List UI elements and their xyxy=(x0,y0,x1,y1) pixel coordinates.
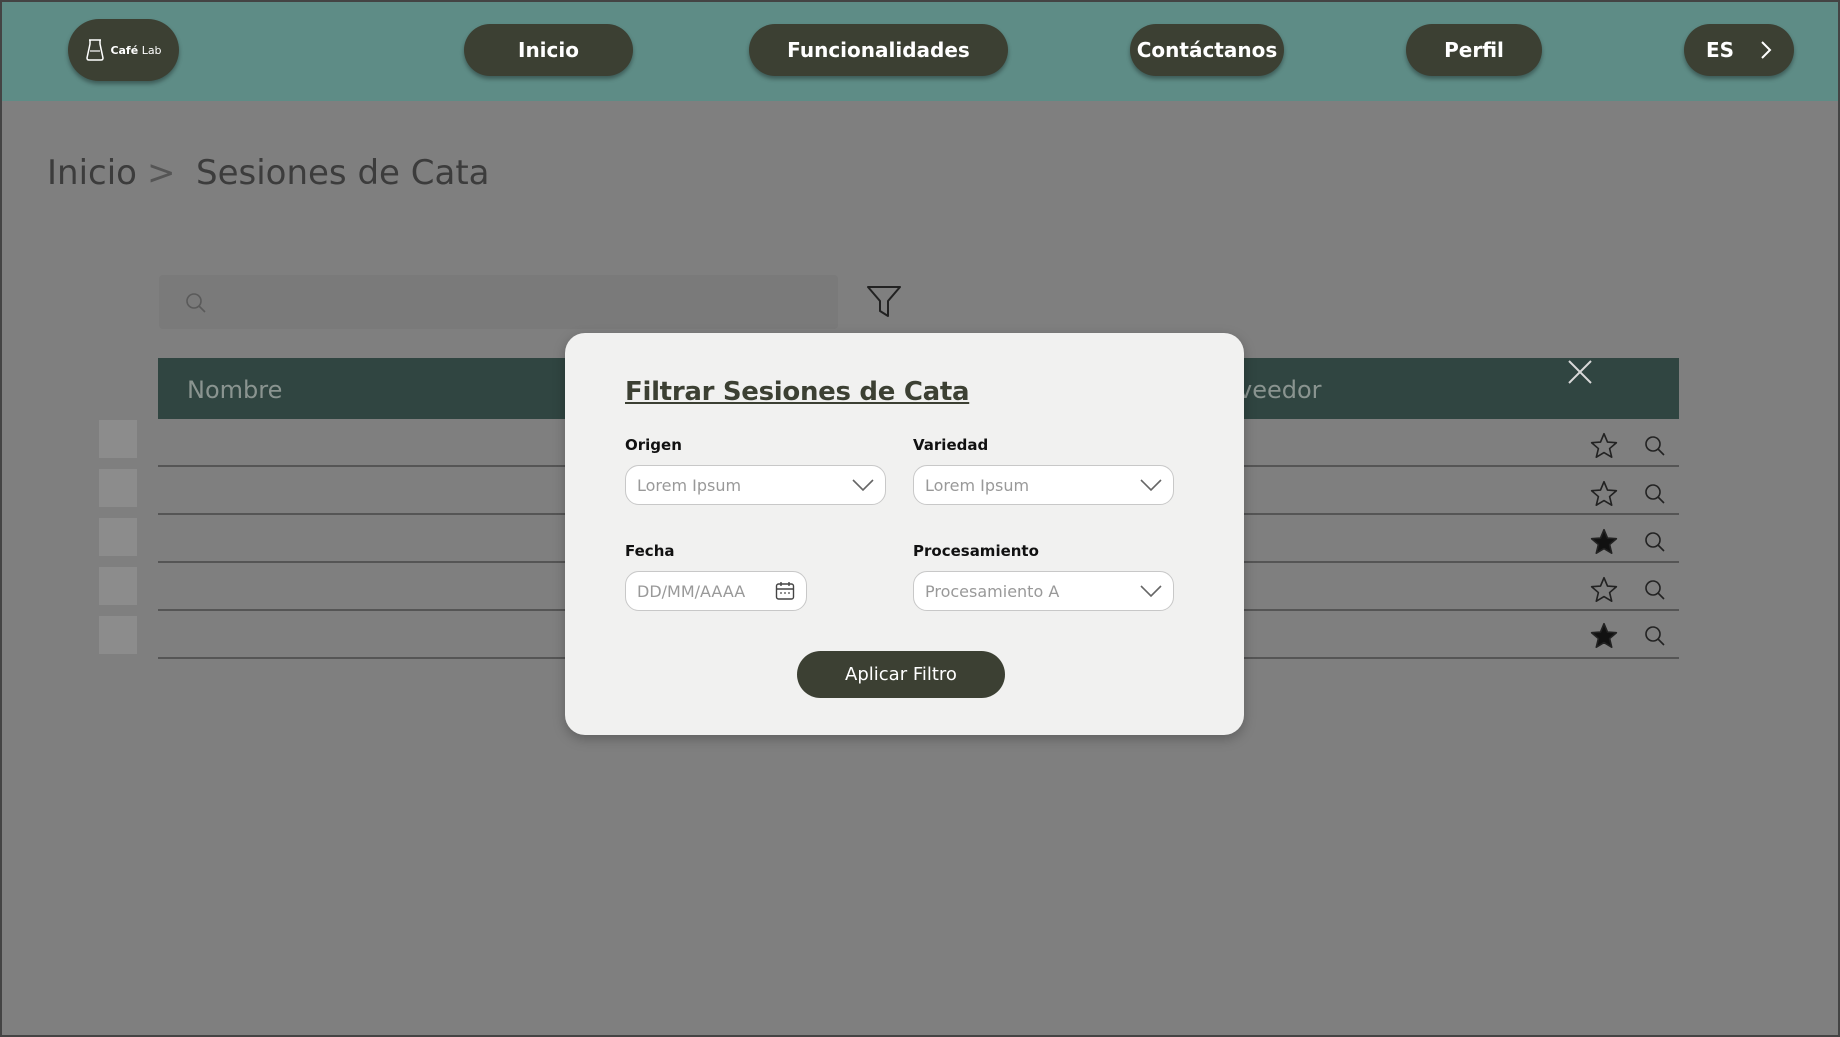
star-outline-icon[interactable] xyxy=(1590,480,1618,508)
search-input[interactable] xyxy=(159,275,838,329)
procesamiento-label: Procesamiento xyxy=(913,542,1039,560)
chevron-down-icon xyxy=(852,479,874,492)
filter-icon[interactable] xyxy=(866,285,902,319)
row-checkbox[interactable] xyxy=(99,616,137,654)
fecha-placeholder: DD/MM/AAAA xyxy=(637,582,746,601)
top-navbar: Café Lab Inicio Funcionalidades Contácta… xyxy=(0,0,1840,101)
procesamiento-value: Procesamiento A xyxy=(925,582,1060,601)
chevron-down-icon xyxy=(1140,585,1162,598)
view-details-search-icon[interactable] xyxy=(1644,435,1666,457)
column-header-nombre[interactable]: Nombre xyxy=(187,376,282,404)
procesamiento-select[interactable]: Procesamiento A xyxy=(913,571,1174,611)
cafe-lab-logo[interactable]: Café Lab xyxy=(68,19,179,81)
breadcrumb-home-link[interactable]: Inicio xyxy=(47,153,137,193)
star-outline-icon[interactable] xyxy=(1590,432,1618,460)
row-checkbox[interactable] xyxy=(99,518,137,556)
modal-title: Filtrar Sesiones de Cata xyxy=(625,377,970,407)
origen-select[interactable]: Lorem Ipsum xyxy=(625,465,886,505)
view-details-search-icon[interactable] xyxy=(1644,625,1666,647)
logo-text-bold: Café xyxy=(110,43,139,57)
filter-modal: Filtrar Sesiones de Cata Origen Lorem Ip… xyxy=(565,333,1244,735)
apply-filter-button[interactable]: Aplicar Filtro xyxy=(797,651,1005,698)
nav-funcionalidades-button[interactable]: Funcionalidades xyxy=(749,24,1008,76)
variedad-label: Variedad xyxy=(913,436,989,454)
view-details-search-icon[interactable] xyxy=(1644,483,1666,505)
view-details-search-icon[interactable] xyxy=(1644,531,1666,553)
variedad-select[interactable]: Lorem Ipsum xyxy=(913,465,1174,505)
view-details-search-icon[interactable] xyxy=(1644,579,1666,601)
search-icon xyxy=(186,293,206,313)
variedad-value: Lorem Ipsum xyxy=(925,476,1030,495)
breadcrumb-separator: > xyxy=(147,153,176,193)
nav-inicio-button[interactable]: Inicio xyxy=(464,24,633,76)
star-filled-icon[interactable] xyxy=(1590,528,1618,556)
logo-text-light: Lab xyxy=(141,43,162,57)
star-filled-icon[interactable] xyxy=(1590,622,1618,650)
language-label: ES xyxy=(1705,38,1735,62)
language-selector-button[interactable]: ES xyxy=(1684,24,1794,76)
origen-value: Lorem Ipsum xyxy=(637,476,742,495)
breadcrumb-current: Sesiones de Cata xyxy=(196,153,490,193)
logo-text: Café Lab xyxy=(110,44,161,57)
row-checkbox[interactable] xyxy=(99,469,137,507)
nav-contactanos-button[interactable]: Contáctanos xyxy=(1130,24,1284,76)
row-checkbox[interactable] xyxy=(99,420,137,458)
origen-label: Origen xyxy=(625,436,682,454)
nav-perfil-button[interactable]: Perfil xyxy=(1406,24,1542,76)
fecha-label: Fecha xyxy=(625,542,675,560)
star-outline-icon[interactable] xyxy=(1590,576,1618,604)
chevron-right-icon xyxy=(1761,41,1772,59)
calendar-icon[interactable] xyxy=(775,581,795,601)
column-header-proveedor[interactable]: veedor xyxy=(1238,376,1322,404)
close-icon[interactable] xyxy=(1566,358,1594,386)
chevron-down-icon xyxy=(1140,479,1162,492)
row-checkbox[interactable] xyxy=(99,567,137,605)
fecha-date-input[interactable]: DD/MM/AAAA xyxy=(625,571,807,611)
coffee-maker-icon xyxy=(86,39,105,61)
